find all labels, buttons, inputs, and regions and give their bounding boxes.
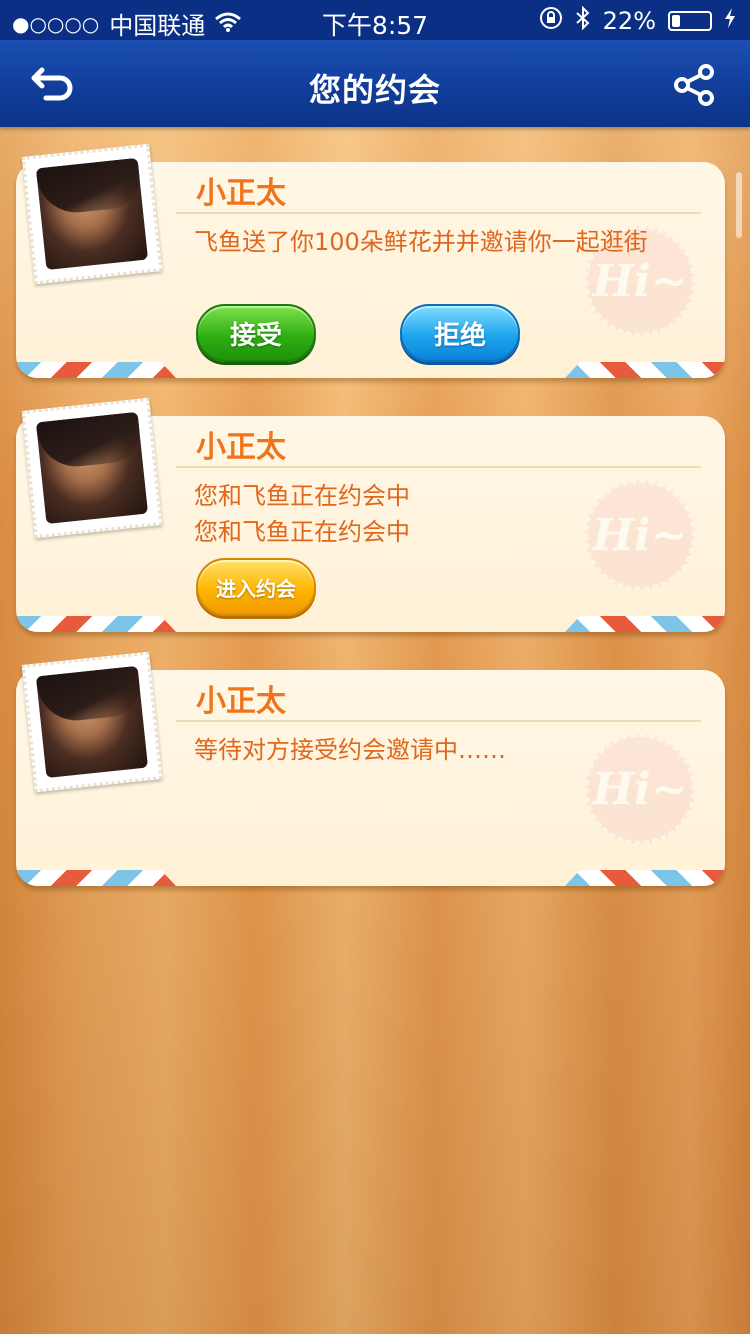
enter-date-button[interactable]: 进入约会 bbox=[196, 558, 316, 616]
card-name: 小正太 bbox=[196, 684, 286, 719]
airmail-stripes-right bbox=[565, 362, 725, 378]
avatar[interactable] bbox=[21, 397, 163, 539]
status-bar: ●○○○○ 中国联通 下午8:57 22% bbox=[0, 0, 750, 40]
orientation-lock-icon bbox=[539, 6, 563, 36]
avatar[interactable] bbox=[21, 651, 163, 793]
accept-button[interactable]: 接受 bbox=[196, 304, 316, 362]
hi-badge: Hi~ bbox=[585, 734, 695, 844]
bluetooth-icon bbox=[575, 5, 591, 36]
avatar[interactable] bbox=[21, 143, 163, 285]
card-name: 小正太 bbox=[196, 176, 286, 211]
battery-percent: 22% bbox=[602, 7, 656, 35]
reject-button[interactable]: 拒绝 bbox=[400, 304, 520, 362]
status-right: 22% bbox=[539, 5, 736, 36]
battery-icon bbox=[668, 11, 712, 31]
card-message: 飞鱼送了你100朵鲜花并并邀请你一起逛街 bbox=[194, 228, 648, 256]
card-divider bbox=[176, 466, 701, 468]
card-message: 您和飞鱼正在约会中 bbox=[194, 518, 410, 546]
airmail-stripes-right bbox=[565, 870, 725, 886]
card-name: 小正太 bbox=[196, 430, 286, 465]
charging-icon bbox=[724, 7, 736, 35]
airmail-stripes-left bbox=[16, 362, 176, 378]
nav-bar: 您的约会 bbox=[0, 40, 750, 127]
card-divider bbox=[176, 720, 701, 722]
airmail-stripes-left bbox=[16, 870, 176, 886]
battery-fill bbox=[672, 15, 680, 27]
airmail-stripes-left bbox=[16, 616, 176, 632]
share-icon[interactable] bbox=[672, 62, 718, 108]
hi-badge: Hi~ bbox=[585, 480, 695, 590]
card-message: 等待对方接受约会邀请中…… bbox=[194, 736, 506, 764]
card-message: 您和飞鱼正在约会中 bbox=[194, 482, 410, 510]
airmail-stripes-right bbox=[565, 616, 725, 632]
scrollbar[interactable] bbox=[736, 172, 742, 238]
card-divider bbox=[176, 212, 701, 214]
page-title: 您的约会 bbox=[308, 71, 441, 109]
